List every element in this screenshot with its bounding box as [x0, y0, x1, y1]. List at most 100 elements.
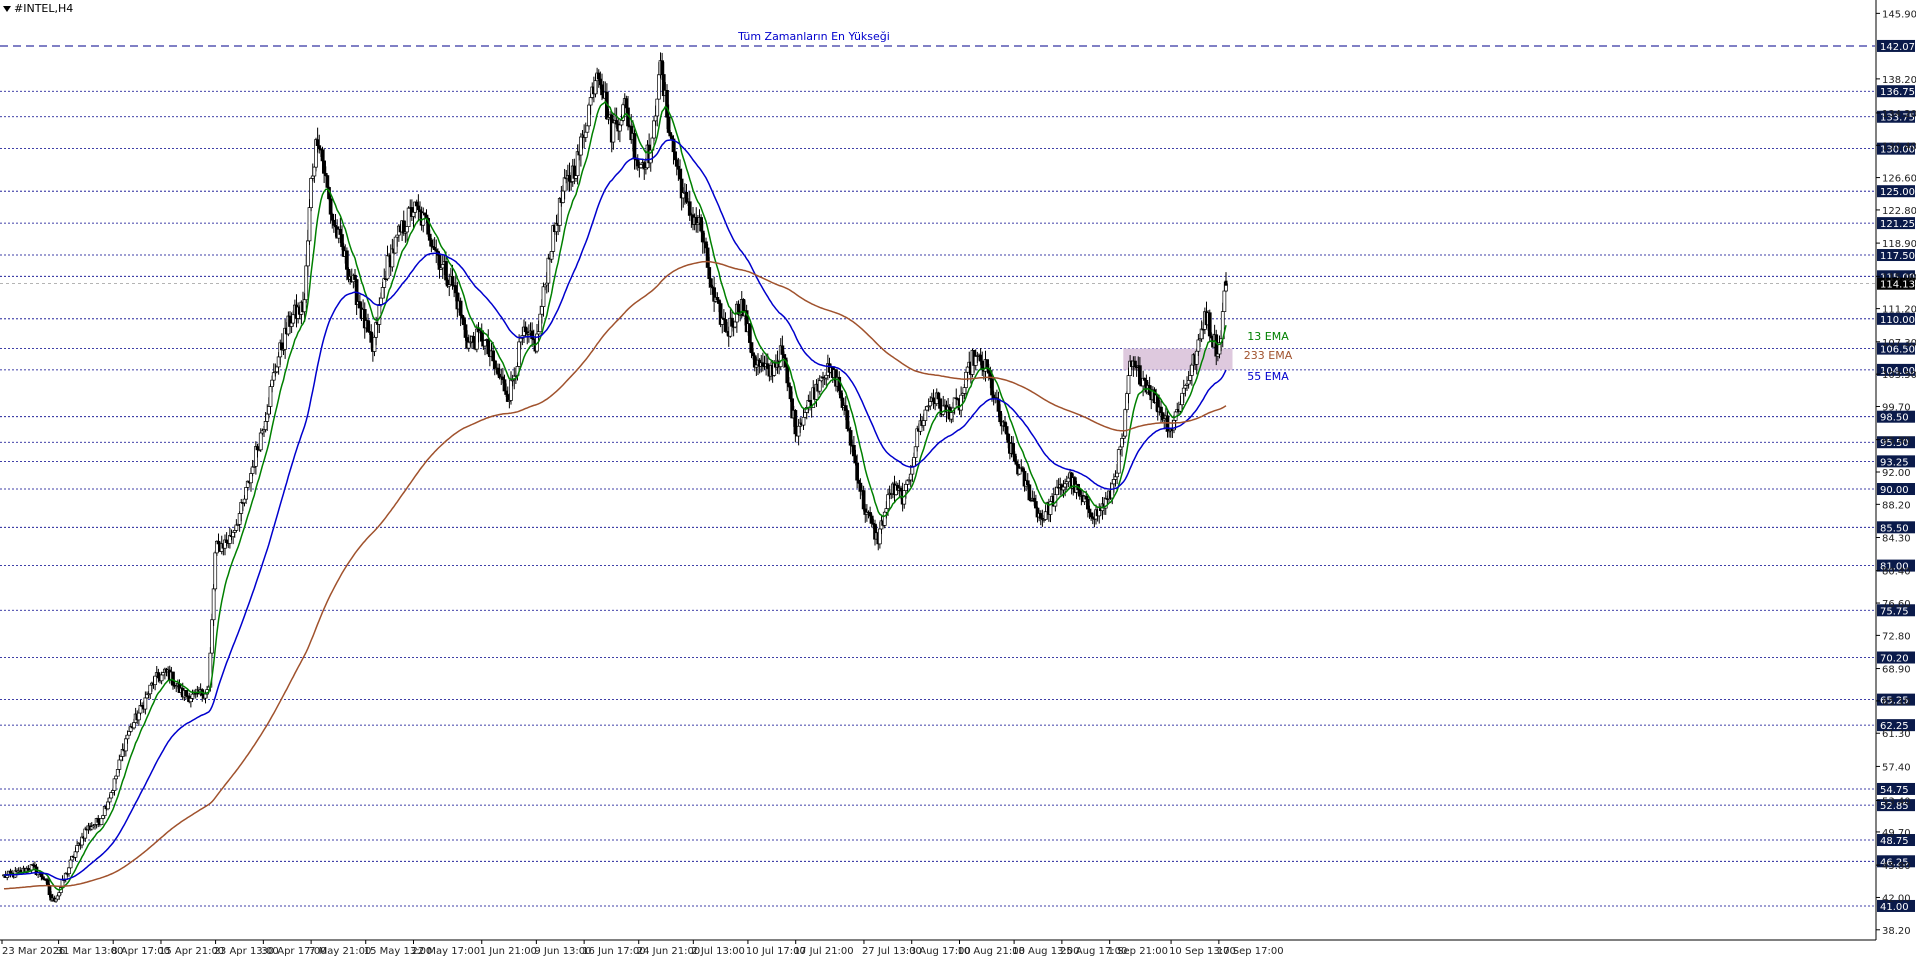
candle-body	[655, 98, 660, 117]
candle-body	[886, 494, 890, 509]
candle-body	[317, 145, 322, 150]
symbol-label: #INTEL,H4	[14, 2, 73, 15]
candle-body	[310, 175, 315, 179]
candle-body	[1118, 446, 1123, 450]
candle-body	[657, 74, 661, 100]
candle-body	[153, 675, 157, 685]
candle-body	[462, 317, 466, 326]
candle-body	[998, 410, 1002, 423]
candle-body	[869, 515, 874, 524]
candle-body	[211, 588, 216, 621]
candle	[845, 408, 850, 432]
candle-body	[852, 445, 856, 457]
candle-body	[856, 479, 861, 484]
candle-body	[1004, 426, 1009, 435]
y-tick-label: 45.80	[1882, 861, 1911, 872]
candle-body	[996, 398, 1001, 412]
candle-body	[406, 207, 411, 227]
candle-body	[268, 386, 273, 407]
candle-body	[855, 462, 859, 481]
candle	[1027, 483, 1032, 501]
candle-body	[1014, 460, 1019, 465]
level-label: 125.00	[1880, 187, 1915, 198]
candle	[882, 510, 887, 529]
y-tick-label: 92.00	[1882, 468, 1911, 479]
candle-body	[709, 278, 713, 288]
candle-body	[588, 97, 593, 106]
candle-body	[471, 336, 476, 343]
chart-container: 142.07 136.75 133.75 130.00 125.00 121.25 117.…	[0, 0, 1916, 963]
candle-body	[1180, 392, 1184, 406]
candle-body	[190, 693, 195, 699]
candle-body	[1038, 513, 1043, 519]
candle-body	[593, 80, 598, 95]
candle-body	[483, 340, 487, 347]
candle-body	[635, 159, 640, 167]
candle-body	[1021, 467, 1025, 472]
candle-body	[309, 178, 313, 208]
candle-body	[258, 432, 263, 451]
x-tick-label: 22 May 17:00	[412, 946, 481, 957]
candle-body	[270, 379, 274, 387]
candle-body	[328, 198, 333, 215]
candle-body	[237, 513, 242, 525]
candle-body	[587, 104, 591, 127]
candle-body	[611, 122, 616, 143]
candle-body	[47, 885, 52, 896]
candle-body	[125, 734, 130, 740]
y-tick-label: 76.60	[1882, 599, 1911, 610]
candle-body	[782, 354, 786, 359]
candle-body	[1194, 350, 1199, 365]
candle-body	[801, 416, 806, 426]
candle-body	[143, 697, 148, 710]
ath-annotation: Tüm Zamanların En Yükseği	[737, 30, 890, 43]
candle	[213, 550, 218, 592]
candle-body	[509, 379, 513, 401]
candle-body	[1190, 364, 1194, 376]
candle-body	[1087, 508, 1092, 514]
y-tick-label: 42.00	[1882, 893, 1911, 904]
candle-body	[583, 131, 588, 138]
candle	[393, 236, 398, 254]
candle-body	[562, 177, 567, 192]
y-tick-label: 122.80	[1882, 206, 1916, 217]
candle-body	[824, 374, 829, 379]
level-label: 142.07	[1880, 42, 1915, 53]
candle-body	[302, 299, 307, 313]
candle-body	[985, 359, 989, 369]
candle	[705, 244, 710, 268]
candle-body	[660, 60, 664, 75]
x-tick-label: 1 Jun 21:00	[480, 946, 537, 957]
candle-body	[965, 366, 970, 373]
candle-body	[440, 264, 445, 269]
candle-body	[1113, 476, 1118, 480]
candle	[211, 584, 216, 626]
candle-body	[124, 738, 128, 752]
candle-body	[598, 78, 603, 86]
candle-body	[109, 792, 114, 799]
candle-body	[106, 801, 110, 810]
candle-body	[1034, 501, 1038, 509]
candle-body	[928, 401, 933, 407]
y-tick-label: 68.90	[1882, 665, 1911, 676]
x-tick-label: 17 Sep 17:00	[1217, 946, 1284, 957]
candle-body	[761, 362, 765, 367]
candle-body	[796, 425, 801, 437]
candle-body	[780, 345, 785, 355]
y-tick-label: 126.60	[1882, 174, 1916, 185]
candle-body	[523, 326, 528, 333]
y-tick-label: 57.40	[1882, 762, 1911, 773]
candle-body	[234, 524, 239, 531]
candle-body	[949, 412, 954, 420]
candle-body	[504, 390, 508, 395]
candle-body	[345, 250, 349, 270]
y-tick-label: 107.30	[1882, 338, 1916, 349]
candle-body	[858, 482, 863, 492]
candle-body	[132, 722, 136, 729]
candle-body	[189, 698, 193, 703]
candle-body	[1032, 497, 1037, 502]
candle-body	[427, 233, 432, 241]
candle-body	[216, 540, 221, 545]
candle-body	[1125, 393, 1129, 411]
candle-body	[1138, 365, 1142, 385]
